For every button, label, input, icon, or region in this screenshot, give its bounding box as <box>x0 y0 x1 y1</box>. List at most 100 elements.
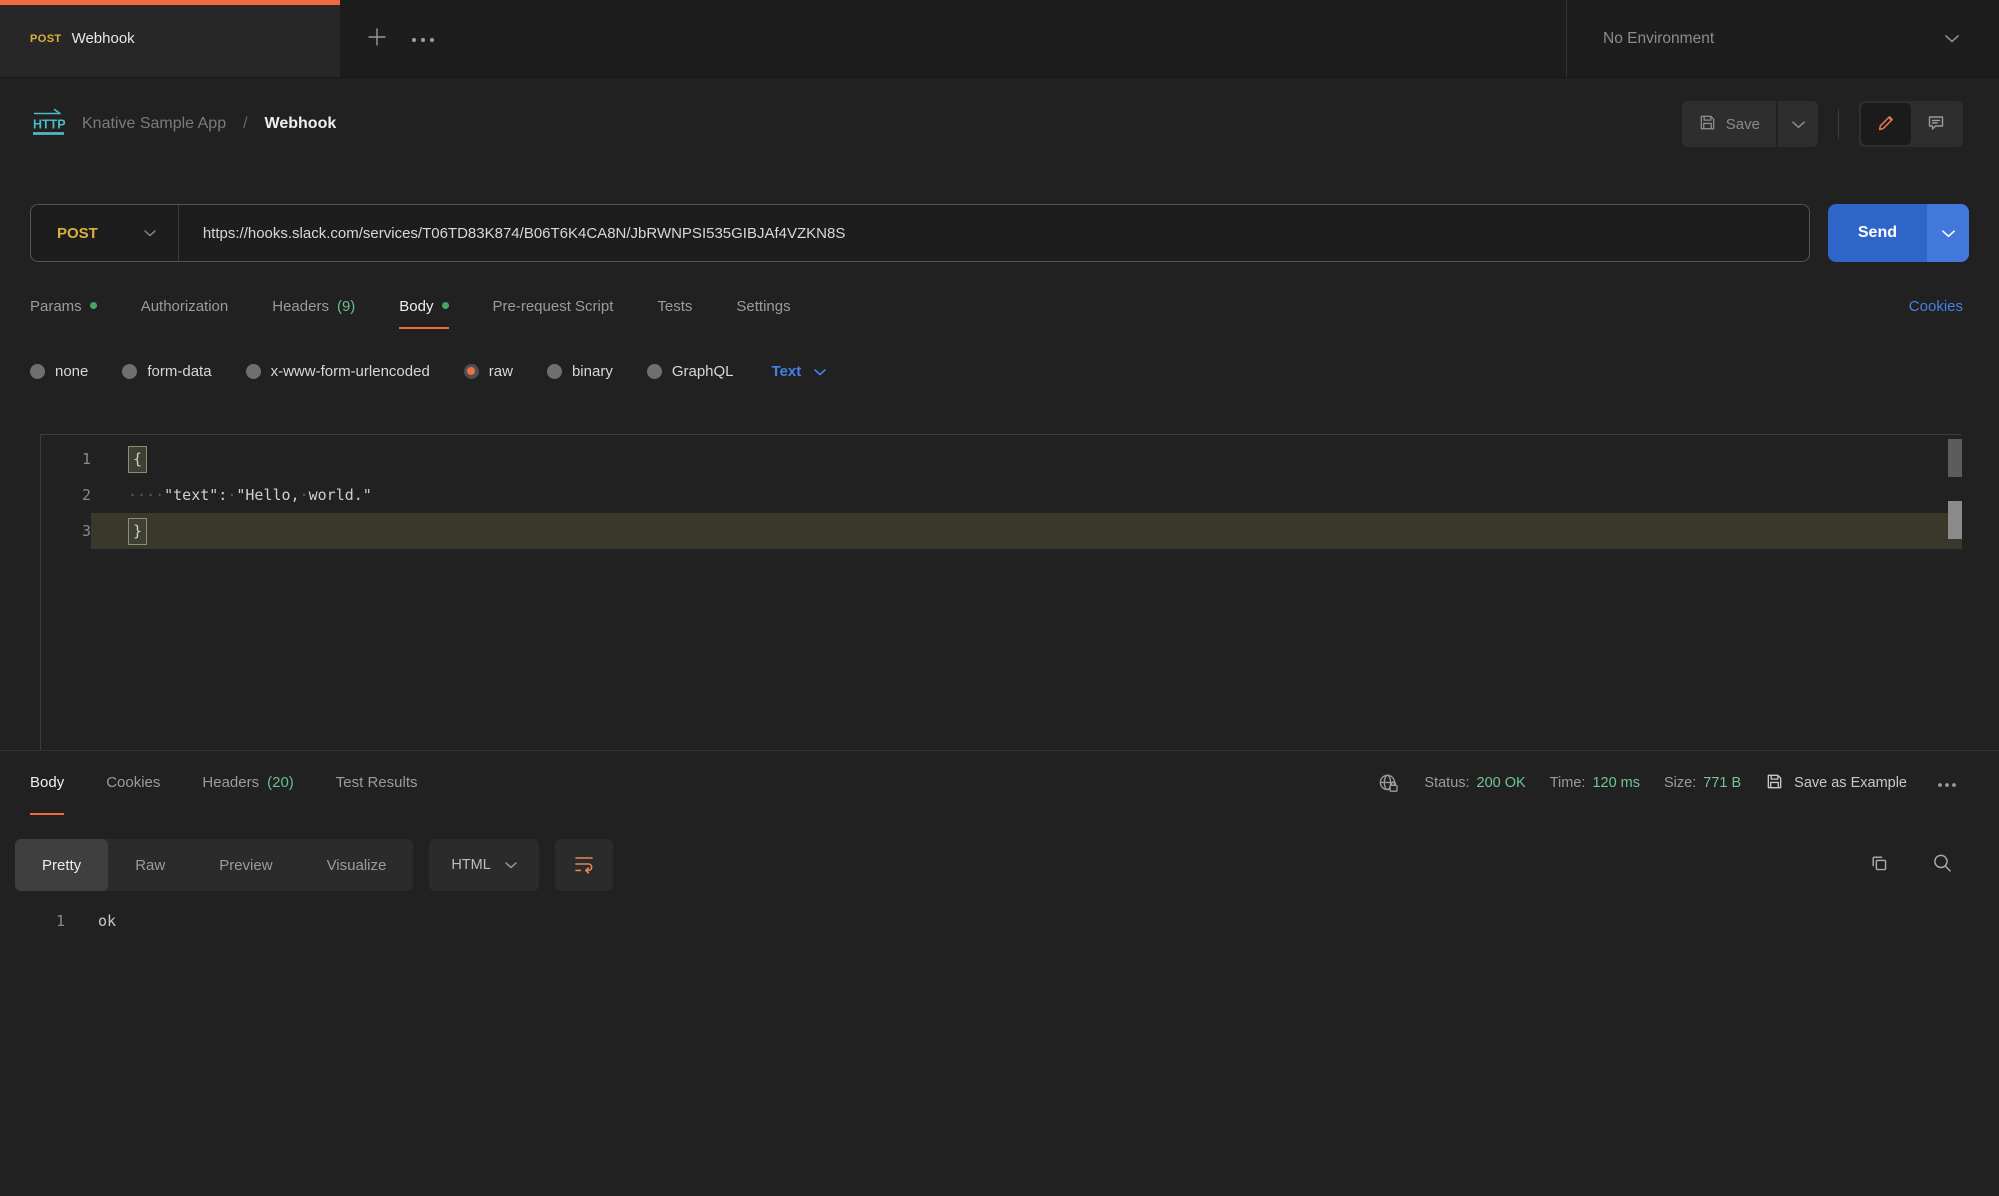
line-number: 1 <box>41 450 91 468</box>
url-row: POST https://hooks.slack.com/services/T0… <box>30 204 1969 262</box>
tab-authorization-label: Authorization <box>141 298 229 315</box>
request-tabs: Params Authorization Headers (9) Body Pr… <box>0 298 1999 329</box>
response-tab-body-label: Body <box>30 774 64 791</box>
breadcrumb-collection[interactable]: Knative Sample App <box>82 115 226 133</box>
view-raw-button[interactable]: Raw <box>108 839 192 891</box>
cookies-link[interactable]: Cookies <box>1909 298 1963 329</box>
response-tab-body[interactable]: Body <box>30 751 64 815</box>
response-tab-tests-label: Test Results <box>336 774 418 791</box>
floppy-disk-icon <box>1698 113 1717 136</box>
globe-lock-icon[interactable] <box>1377 772 1400 795</box>
line-number: 1 <box>0 912 65 930</box>
save-button[interactable]: Save <box>1682 101 1776 147</box>
editor-line-active[interactable]: 3 } <box>41 513 1962 549</box>
tab-settings-label: Settings <box>736 298 790 315</box>
radio-icon <box>647 364 662 379</box>
active-tab-indicator <box>0 0 340 5</box>
tab-authorization[interactable]: Authorization <box>141 298 229 329</box>
body-mode-graphql[interactable]: GraphQL <box>647 363 734 380</box>
view-visualize-button[interactable]: Visualize <box>300 839 414 891</box>
body-mode-form-data[interactable]: form-data <box>122 363 211 380</box>
tab-tests[interactable]: Tests <box>657 298 692 329</box>
line-number: 2 <box>41 486 91 504</box>
method-selector[interactable]: POST <box>31 205 178 261</box>
copy-icon <box>1868 852 1891 878</box>
body-mode-urlencoded[interactable]: x-www-form-urlencoded <box>246 363 430 380</box>
breadcrumb: HTTP Knative Sample App / Webhook <box>30 107 336 142</box>
body-mode-none[interactable]: none <box>30 363 88 380</box>
meatball-menu-icon <box>1937 776 1957 791</box>
chevron-down-icon <box>1792 117 1805 132</box>
response-line[interactable]: 1 ok <box>0 903 1999 939</box>
save-as-example-button[interactable]: Save as Example <box>1765 772 1907 795</box>
tab-tests-label: Tests <box>657 298 692 315</box>
edit-request-button[interactable] <box>1861 103 1911 145</box>
wrap-line-button[interactable] <box>555 839 613 891</box>
tab-params[interactable]: Params <box>30 298 97 329</box>
breadcrumb-request-name[interactable]: Webhook <box>265 115 337 133</box>
comment-button[interactable] <box>1911 103 1961 145</box>
chevron-down-icon <box>1942 226 1955 241</box>
open-brace-token: { <box>128 446 147 473</box>
size-label: Size: <box>1664 775 1696 791</box>
send-options-button[interactable] <box>1927 204 1969 262</box>
response-view-switcher: Pretty Raw Preview Visualize <box>15 839 413 891</box>
copy-response-button[interactable] <box>1868 852 1891 878</box>
size-pair: Size: 771 B <box>1664 775 1741 791</box>
method-label: POST <box>57 225 98 242</box>
chevron-down-icon <box>505 857 517 873</box>
response-header-row: Body Cookies Headers (20) Test Results S… <box>0 751 1999 815</box>
line-number: 3 <box>41 522 91 540</box>
breadcrumb-separator: / <box>243 115 247 133</box>
status-pair: Status: 200 OK <box>1424 775 1525 791</box>
response-body-viewer[interactable]: 1 ok <box>0 903 1999 939</box>
tab-options-button[interactable] <box>400 0 446 77</box>
time-value: 120 ms <box>1592 775 1640 791</box>
body-active-dot <box>442 302 449 309</box>
response-tab-headers[interactable]: Headers (20) <box>202 751 293 815</box>
send-button-group: Send <box>1828 204 1969 262</box>
response-tab-headers-label: Headers <box>202 774 259 791</box>
body-mode-binary[interactable]: binary <box>547 363 613 380</box>
status-value: 200 OK <box>1477 775 1526 791</box>
magnifier-icon <box>1931 852 1954 878</box>
response-format-selector[interactable]: HTML <box>429 839 538 891</box>
response-options-button[interactable] <box>1931 775 1963 792</box>
tab-method-badge: POST <box>30 33 62 45</box>
tab-prerequest-script[interactable]: Pre-request Script <box>493 298 614 329</box>
response-tab-test-results[interactable]: Test Results <box>336 751 418 815</box>
status-label: Status: <box>1424 775 1469 791</box>
response-tab-cookies[interactable]: Cookies <box>106 751 160 815</box>
new-tab-button[interactable] <box>354 0 400 77</box>
url-input[interactable]: https://hooks.slack.com/services/T06TD83… <box>179 225 1809 242</box>
send-button[interactable]: Send <box>1828 204 1927 262</box>
request-body-editor[interactable]: 1 { 2 ····"text":·"Hello,·world." 3 } <box>40 434 1962 750</box>
view-preview-button[interactable]: Preview <box>192 839 299 891</box>
response-tab-cookies-label: Cookies <box>106 774 160 791</box>
pencil-icon <box>1876 112 1897 136</box>
chevron-down-icon <box>814 363 826 380</box>
editor-overview-ruler[interactable] <box>1948 435 1962 750</box>
body-mode-raw[interactable]: raw <box>464 363 513 380</box>
editor-line[interactable]: 2 ····"text":·"Hello,·world." <box>41 477 1962 513</box>
response-tool-icons <box>1868 852 1954 878</box>
time-pair: Time: 120 ms <box>1550 775 1640 791</box>
save-options-button[interactable] <box>1778 101 1818 147</box>
environment-selector[interactable]: No Environment <box>1566 0 1999 77</box>
search-response-button[interactable] <box>1931 852 1954 878</box>
radio-icon <box>246 364 261 379</box>
radio-icon <box>122 364 137 379</box>
tab-settings[interactable]: Settings <box>736 298 790 329</box>
raw-format-label: Text <box>772 363 802 380</box>
response-format-label: HTML <box>451 857 490 873</box>
svg-text:HTTP: HTTP <box>33 117 66 131</box>
request-tab[interactable]: POST Webhook <box>0 0 340 77</box>
radio-icon <box>547 364 562 379</box>
response-panel: Body Cookies Headers (20) Test Results S… <box>0 750 1999 939</box>
tab-headers[interactable]: Headers (9) <box>272 298 355 329</box>
body-mode-row: none form-data x-www-form-urlencoded raw… <box>0 351 1999 391</box>
raw-format-selector[interactable]: Text <box>772 363 827 380</box>
view-pretty-button[interactable]: Pretty <box>15 839 108 891</box>
editor-line[interactable]: 1 { <box>41 441 1962 477</box>
tab-body[interactable]: Body <box>399 298 448 329</box>
